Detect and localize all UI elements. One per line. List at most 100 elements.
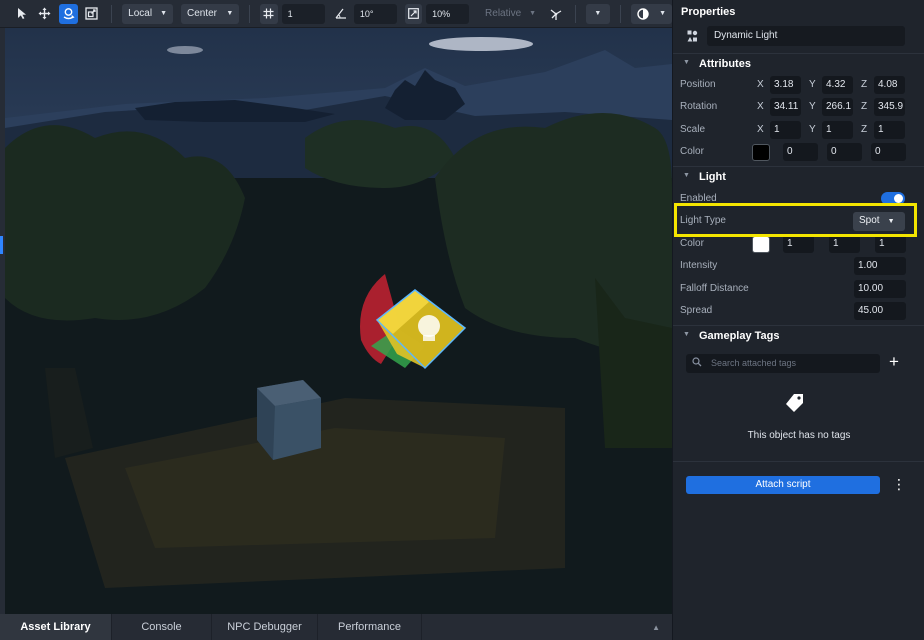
axis-x-label: X xyxy=(757,124,764,135)
position-z-field[interactable]: 4.08 xyxy=(874,76,905,94)
search-icon xyxy=(692,357,702,370)
properties-title: Properties xyxy=(681,6,736,18)
scale-tool-icon[interactable] xyxy=(82,4,101,24)
color-label: Color xyxy=(680,146,704,157)
cloud xyxy=(167,46,203,54)
rotation-y-field[interactable]: 266.1 xyxy=(822,98,853,116)
rotation-row: Rotation X 34.11 Y 266.1 Z 345.9 xyxy=(673,97,924,117)
chevron-down-icon: ▼ xyxy=(683,59,690,66)
lightbulb-base xyxy=(423,335,435,341)
lightbulb-icon xyxy=(418,315,440,337)
chevron-down-icon: ▼ xyxy=(683,172,690,179)
scale-snap-field[interactable]: 10% xyxy=(426,3,470,24)
intensity-row: Intensity 1.00 xyxy=(673,256,924,276)
scale-z-field[interactable]: 1 xyxy=(874,121,905,139)
attach-script-button[interactable]: Attach script xyxy=(686,476,880,494)
scale-label: Scale xyxy=(680,124,706,135)
spread-row: Spread 45.00 xyxy=(673,301,924,321)
tab-bar-filler: ▲ xyxy=(422,614,672,640)
light-color-row: Color 1 1 1 xyxy=(673,234,924,254)
position-x-field[interactable]: 3.18 xyxy=(770,76,801,94)
falloff-field[interactable]: 10.00 xyxy=(854,280,906,298)
toolbar: Local ▼ Center ▼ 1 10° 10% Relative ▼ ▼ ▼ xyxy=(0,0,673,28)
light-type-label: Light Type xyxy=(680,215,726,226)
scale-row: Scale X 1 Y 1 Z 1 xyxy=(673,120,924,140)
spread-field[interactable]: 45.00 xyxy=(854,302,906,320)
chevron-down-icon: ▼ xyxy=(683,331,690,338)
tab-console[interactable]: Console xyxy=(112,614,212,640)
light-color-g-field[interactable]: 1 xyxy=(829,235,860,253)
chevron-down-icon: ▼ xyxy=(594,10,602,17)
light-section-header[interactable]: ▼ Light xyxy=(673,166,924,186)
toolbar-separator xyxy=(111,4,113,23)
scene-viewport[interactable] xyxy=(5,28,672,614)
attributes-section-header[interactable]: ▼ Attributes xyxy=(673,53,924,73)
properties-panel: Properties Dynamic Light ▼ Attributes Po… xyxy=(672,0,924,640)
tab-npc-debugger[interactable]: NPC Debugger xyxy=(212,614,318,640)
section-divider xyxy=(673,461,924,462)
angle-snap-field[interactable]: 10° xyxy=(353,3,397,24)
position-y-field[interactable]: 4.32 xyxy=(822,76,853,94)
render-mode-icon xyxy=(637,7,649,20)
tag-search-input[interactable]: Search attached tags xyxy=(686,354,880,373)
scale-snap-icon[interactable] xyxy=(404,3,423,24)
axis-y-label: Y xyxy=(809,101,816,112)
object-name-row: Dynamic Light xyxy=(673,26,924,46)
object-name-field[interactable]: Dynamic Light xyxy=(707,26,905,46)
tag-search-placeholder: Search attached tags xyxy=(711,358,797,368)
intensity-field[interactable]: 1.00 xyxy=(854,257,906,275)
light-color-swatch[interactable] xyxy=(752,236,770,253)
chevron-down-icon: ▼ xyxy=(659,10,667,17)
toggle-knob xyxy=(894,194,903,203)
axis-z-label: Z xyxy=(861,124,868,135)
more-options-icon[interactable]: ⋮ xyxy=(892,477,906,491)
tab-asset-library[interactable]: Asset Library xyxy=(0,614,112,640)
move-tool-icon[interactable] xyxy=(35,4,54,24)
select-tool-icon[interactable] xyxy=(12,4,31,24)
gameplay-tags-section-header[interactable]: ▼ Gameplay Tags xyxy=(673,325,924,345)
position-row: Position X 3.18 Y 4.32 Z 4.08 xyxy=(673,75,924,95)
grid-snap-field[interactable]: 1 xyxy=(281,3,325,24)
no-tags-message: This object has no tags xyxy=(747,430,851,441)
add-tag-button[interactable]: + xyxy=(889,352,899,372)
gameplay-tags-header: Gameplay Tags xyxy=(699,330,780,342)
enabled-label: Enabled xyxy=(680,193,717,204)
spread-label: Spread xyxy=(680,305,713,316)
color-b-field[interactable]: 0 xyxy=(871,143,906,161)
angle-snap-icon[interactable] xyxy=(333,4,350,24)
tab-performance[interactable]: Performance xyxy=(318,614,422,640)
relative-dropdown[interactable]: Relative ▼ xyxy=(479,8,542,19)
rotation-z-field[interactable]: 345.9 xyxy=(874,98,905,116)
render-mode-dropdown[interactable]: ▼ xyxy=(631,3,673,24)
relative-label: Relative xyxy=(485,8,522,19)
enabled-toggle[interactable] xyxy=(881,192,905,205)
scale-x-field[interactable]: 1 xyxy=(770,121,801,139)
cloud xyxy=(429,37,533,51)
color-g-field[interactable]: 0 xyxy=(827,143,862,161)
light-color-b-field[interactable]: 1 xyxy=(875,235,906,253)
color-swatch[interactable] xyxy=(752,144,770,161)
more-options-dropdown[interactable]: ▼ xyxy=(586,3,611,24)
light-color-r-field[interactable]: 1 xyxy=(783,235,814,253)
weather-vane-icon[interactable] xyxy=(546,4,565,24)
pivot-mode-dropdown[interactable]: Center ▼ xyxy=(181,3,240,24)
rotate-tool-icon[interactable] xyxy=(58,3,78,24)
grid-snap-icon[interactable] xyxy=(260,3,278,24)
toolbar-separator xyxy=(620,4,622,23)
chevron-up-icon[interactable]: ▲ xyxy=(652,623,660,632)
scene-render xyxy=(5,37,672,614)
tag-icon xyxy=(785,393,805,413)
light-color-label: Color xyxy=(680,238,704,249)
pivot-mode-label: Center xyxy=(187,8,218,19)
color-r-field[interactable]: 0 xyxy=(783,143,818,161)
axis-y-label: Y xyxy=(809,79,816,90)
light-header: Light xyxy=(699,171,726,183)
toolbar-separator xyxy=(249,4,251,23)
falloff-row: Falloff Distance 10.00 xyxy=(673,279,924,299)
rotation-x-field[interactable]: 34.11 xyxy=(770,98,801,116)
scale-y-field[interactable]: 1 xyxy=(822,121,853,139)
light-type-dropdown[interactable]: Spot ▼ xyxy=(853,212,905,231)
intensity-label: Intensity xyxy=(680,260,718,271)
space-mode-dropdown[interactable]: Local ▼ xyxy=(122,3,173,24)
chevron-down-icon: ▼ xyxy=(529,10,537,17)
